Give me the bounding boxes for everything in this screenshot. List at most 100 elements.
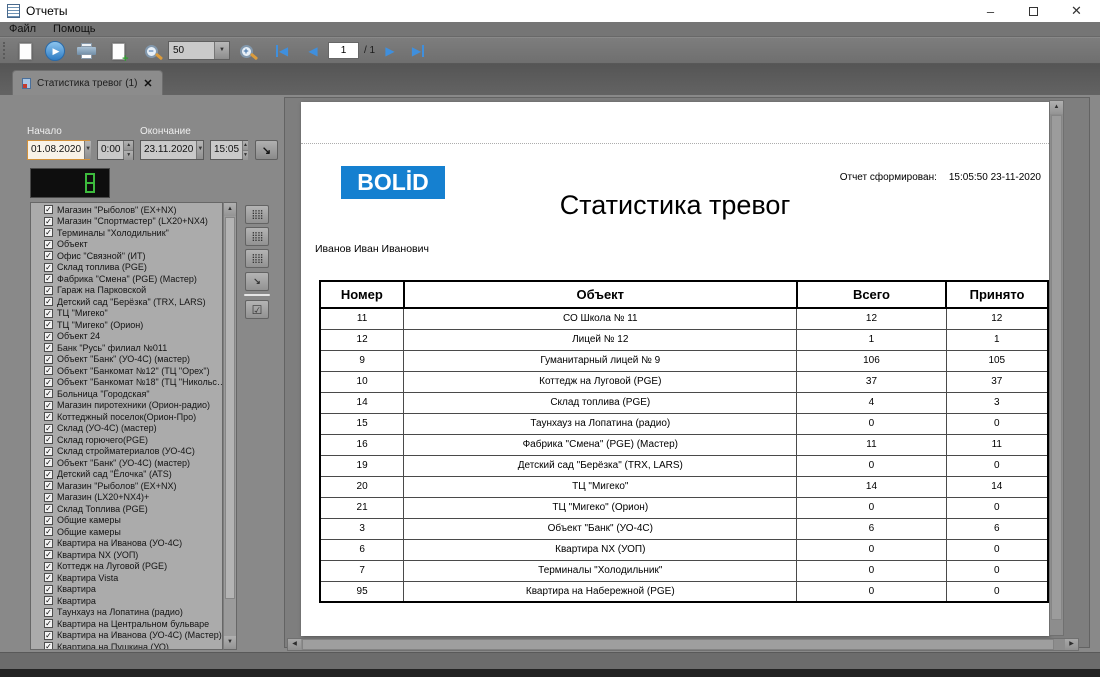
page-number-input[interactable] <box>328 42 359 59</box>
list-item[interactable]: ✓Магазин пиротехники (Орион-радио) <box>31 400 222 412</box>
menu-help[interactable]: Помощь <box>53 23 96 35</box>
scroll-up-icon[interactable]: ▲ <box>224 203 236 216</box>
check-all-button[interactable]: ☑ <box>245 300 269 319</box>
apply-selection-button[interactable]: ↘ <box>245 272 269 291</box>
checkbox-checked-icon[interactable]: ✓ <box>44 550 53 559</box>
toolbar-grip[interactable] <box>3 42 5 59</box>
checkbox-checked-icon[interactable]: ✓ <box>44 539 53 548</box>
list-item[interactable]: ✓Склад Топлива (PGE) <box>31 503 222 515</box>
checkbox-checked-icon[interactable]: ✓ <box>44 297 53 306</box>
zoom-level-select[interactable]: 50 ▼ <box>168 41 230 60</box>
list-item[interactable]: ✓Детский сад "Берёзка" (TRX, LARS) <box>31 296 222 308</box>
end-time-spinner[interactable]: 15:05 ▲▼ <box>210 140 248 160</box>
checkbox-checked-icon[interactable]: ✓ <box>44 332 53 341</box>
checkbox-checked-icon[interactable]: ✓ <box>44 401 53 410</box>
checkbox-checked-icon[interactable]: ✓ <box>44 274 53 283</box>
scrollbar-thumb[interactable] <box>302 639 1054 650</box>
checkbox-checked-icon[interactable]: ✓ <box>44 585 53 594</box>
list-item[interactable]: ✓Общие камеры <box>31 526 222 538</box>
checkbox-checked-icon[interactable]: ✓ <box>44 447 53 456</box>
preview-horizontal-scrollbar[interactable]: ◀ ▶ <box>287 638 1079 651</box>
end-date-picker[interactable]: 23.11.2020 ▼ <box>140 140 204 160</box>
checkbox-checked-icon[interactable]: ✓ <box>44 458 53 467</box>
checkbox-checked-icon[interactable]: ✓ <box>44 251 53 260</box>
list-item[interactable]: ✓Склад горючего(PGE) <box>31 434 222 446</box>
new-report-button[interactable] <box>13 39 37 63</box>
list-item[interactable]: ✓Таунхауз на Лопатина (радио) <box>31 607 222 619</box>
scroll-down-icon[interactable]: ▼ <box>224 636 236 649</box>
list-item[interactable]: ✓Квартира NX (УОП) <box>31 549 222 561</box>
list-item[interactable]: ✓Банк "Русь" филиал №011 <box>31 342 222 354</box>
checkbox-checked-icon[interactable]: ✓ <box>44 217 53 226</box>
list-item[interactable]: ✓Склад стройматериалов (УО-4С) <box>31 446 222 458</box>
checkbox-checked-icon[interactable]: ✓ <box>44 516 53 525</box>
checkbox-checked-icon[interactable]: ✓ <box>44 631 53 640</box>
checkbox-checked-icon[interactable]: ✓ <box>44 619 53 628</box>
checkbox-checked-icon[interactable]: ✓ <box>44 240 53 249</box>
spinner-buttons[interactable]: ▲▼ <box>123 141 133 159</box>
checkbox-checked-icon[interactable]: ✓ <box>44 320 53 329</box>
list-item[interactable]: ✓Квартира на Иванова (УО-4С) (Мастер) <box>31 630 222 642</box>
scroll-up-icon[interactable]: ▲ <box>1050 101 1063 114</box>
start-time-spinner[interactable]: 0:00 ▲▼ <box>97 140 134 160</box>
list-item[interactable]: ✓ТЦ "Мигеко" <box>31 308 222 320</box>
tab-close-icon[interactable]: ✕ <box>143 77 152 90</box>
list-item[interactable]: ✓Квартира <box>31 584 222 596</box>
checkbox-checked-icon[interactable]: ✓ <box>44 205 53 214</box>
close-button[interactable]: ✕ <box>1055 0 1098 22</box>
checkbox-checked-icon[interactable]: ✓ <box>44 608 53 617</box>
list-item[interactable]: ✓Офис "Связной" (ИТ) <box>31 250 222 262</box>
list-item[interactable]: ✓Объект 24 <box>31 331 222 343</box>
object-list[interactable]: ✓Магазин "Рыболов" (EX+NX)✓Магазин "Спор… <box>30 202 223 650</box>
checkbox-checked-icon[interactable]: ✓ <box>44 378 53 387</box>
scrollbar-thumb[interactable] <box>225 217 235 599</box>
print-button[interactable] <box>74 39 98 63</box>
checkbox-checked-icon[interactable]: ✓ <box>44 470 53 479</box>
checkbox-checked-icon[interactable]: ✓ <box>44 562 53 571</box>
scroll-left-icon[interactable]: ◀ <box>288 639 301 650</box>
zoom-in-button[interactable]: + <box>234 39 258 63</box>
list-item[interactable]: ✓Объект "Банк" (УО-4С) (мастер) <box>31 457 222 469</box>
checkbox-checked-icon[interactable]: ✓ <box>44 481 53 490</box>
menu-file[interactable]: Файл <box>9 23 36 35</box>
list-item[interactable]: ✓Гараж на Парковской <box>31 285 222 297</box>
maximize-button[interactable] <box>1012 0 1055 22</box>
list-item[interactable]: ✓Магазин (LX20+NX4)+ <box>31 492 222 504</box>
list-item[interactable]: ✓Квартира на Пушкина (УО) <box>31 641 222 650</box>
list-item[interactable]: ✓Больница "Городская" <box>31 388 222 400</box>
checkbox-checked-icon[interactable]: ✓ <box>44 389 53 398</box>
spinner-buttons[interactable]: ▲▼ <box>242 141 248 159</box>
minimize-button[interactable]: – <box>969 0 1012 22</box>
list-item[interactable]: ✓Коттедж на Луговой (PGE) <box>31 561 222 573</box>
calendar-dropdown-icon[interactable]: ▼ <box>84 141 91 159</box>
list-item[interactable]: ✓Склад топлива (PGE) <box>31 262 222 274</box>
calendar-dropdown-icon[interactable]: ▼ <box>196 141 203 159</box>
list-item[interactable]: ✓Фабрика "Смена" (PGE) (Мастер) <box>31 273 222 285</box>
list-item[interactable]: ✓ТЦ "Мигеко" (Орион) <box>31 319 222 331</box>
checkbox-checked-icon[interactable]: ✓ <box>44 366 53 375</box>
spin-up-icon[interactable]: ▲ <box>124 141 133 150</box>
tab-alarm-statistics[interactable]: Статистика тревог (1) ✕ <box>12 70 163 95</box>
list-item[interactable]: ✓Объект "Банкомат №12" (ТЦ "Орех") <box>31 365 222 377</box>
start-date-picker[interactable]: 01.08.2020 ▼ <box>27 140 90 160</box>
list-item[interactable]: ✓Квартира Vista <box>31 572 222 584</box>
checkbox-checked-icon[interactable]: ✓ <box>44 573 53 582</box>
checkbox-checked-icon[interactable]: ✓ <box>44 424 53 433</box>
spin-down-icon[interactable]: ▼ <box>243 150 248 160</box>
checkbox-checked-icon[interactable]: ✓ <box>44 343 53 352</box>
preview-vertical-scrollbar[interactable]: ▲ <box>1049 100 1064 636</box>
checkbox-checked-icon[interactable]: ✓ <box>44 355 53 364</box>
checkbox-checked-icon[interactable]: ✓ <box>44 493 53 502</box>
export-button[interactable] <box>106 39 130 63</box>
first-page-button[interactable]: ◀ <box>270 39 294 63</box>
select-group-button-3[interactable]: ⣿⣿ <box>245 249 269 268</box>
scrollbar-thumb[interactable] <box>1051 115 1062 620</box>
list-item[interactable]: ✓Квартира на Иванова (УО-4С) <box>31 538 222 550</box>
checkbox-checked-icon[interactable]: ✓ <box>44 504 53 513</box>
select-group-button-2[interactable]: ⣿⣿ <box>245 227 269 246</box>
list-item[interactable]: ✓Объект "Банкомат №18" (ТЦ "Никольс… <box>31 377 222 389</box>
last-page-button[interactable]: ▶ <box>406 39 430 63</box>
checkbox-checked-icon[interactable]: ✓ <box>44 309 53 318</box>
list-item[interactable]: ✓Склад (УО-4С) (мастер) <box>31 423 222 435</box>
list-item[interactable]: ✓Квартира <box>31 595 222 607</box>
